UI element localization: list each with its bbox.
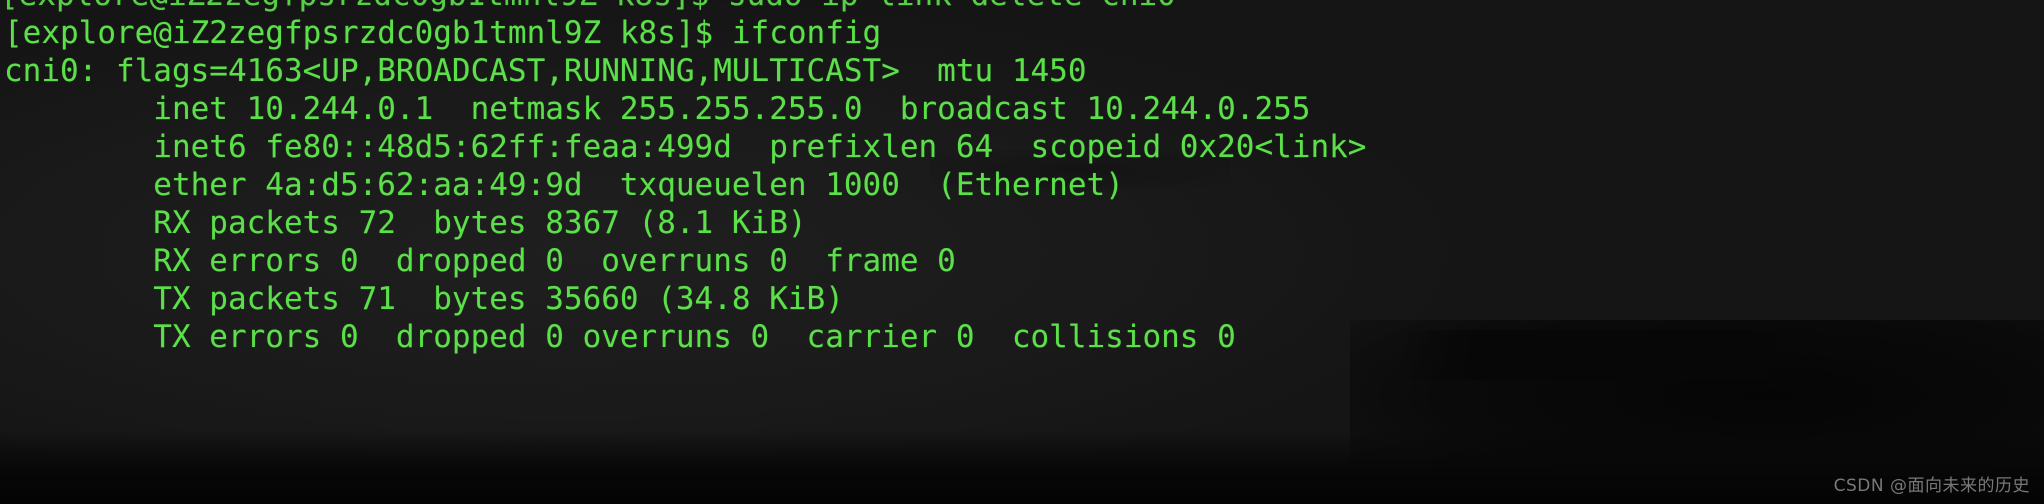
terminal-body: [explore@iZ2zegfpsrzdc0gb1tmnl9Z k8s]$ i… <box>4 14 1366 356</box>
output-line-inet: inet 10.244.0.1 netmask 255.255.255.0 br… <box>4 91 1311 127</box>
terminal-window[interactable]: [explore@iZ2zegfpsrzdc0gb1tmnl9Z k8s]$ s… <box>0 0 2044 504</box>
shell-prompt-line[interactable]: [explore@iZ2zegfpsrzdc0gb1tmnl9Z k8s]$ i… <box>4 14 1366 52</box>
output-line-interface-flags: cni0: flags=4163<UP,BROADCAST,RUNNING,MU… <box>4 53 1087 89</box>
scrollback-clipped-line: [explore@iZ2zegfpsrzdc0gb1tmnl9Z k8s]$ s… <box>0 0 1176 14</box>
output-line-ether: ether 4a:d5:62:aa:49:9d txqueuelen 1000 … <box>4 167 1124 203</box>
output-line-tx-packets: TX packets 71 bytes 35660 (34.8 KiB) <box>4 281 844 317</box>
background-shading-bottom <box>0 430 2044 504</box>
output-line-tx-errors: TX errors 0 dropped 0 overruns 0 carrier… <box>4 319 1236 355</box>
background-shading-bar <box>1400 330 1820 380</box>
watermark-label: CSDN @面向未来的历史 <box>1833 476 2030 496</box>
output-line-rx-errors: RX errors 0 dropped 0 overruns 0 frame 0 <box>4 243 956 279</box>
output-line-rx-packets: RX packets 72 bytes 8367 (8.1 KiB) <box>4 205 807 241</box>
output-line-inet6: inet6 fe80::48d5:62ff:feaa:499d prefixle… <box>4 129 1367 165</box>
